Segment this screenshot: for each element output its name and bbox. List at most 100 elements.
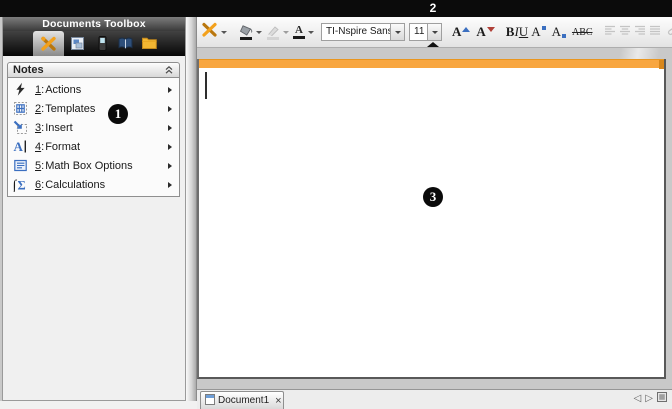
text-color-icon: A: [293, 25, 305, 39]
notes-page[interactable]: [197, 59, 666, 379]
book-icon: [117, 35, 134, 52]
highlighter-pen-icon: [266, 25, 280, 40]
menu-item-label: Math Box Options: [45, 160, 132, 172]
superscript-button[interactable]: A: [528, 24, 548, 40]
lightning-icon: [12, 82, 29, 97]
close-tab-icon[interactable]: ×: [275, 396, 281, 406]
page-sorter-icon: [69, 35, 86, 52]
grow-font-letter: A: [452, 24, 461, 40]
font-size-value: 11: [410, 24, 427, 40]
callout-1: 1: [108, 104, 128, 124]
notes-menu-list: 1:Actions 2:Templates: [7, 78, 180, 197]
menu-item-templates[interactable]: 2:Templates: [8, 99, 179, 118]
underline-button[interactable]: U: [519, 24, 528, 40]
fill-color-button[interactable]: [237, 23, 264, 42]
dropdown-arrow-icon: [221, 31, 227, 34]
svg-text:Σ: Σ: [18, 179, 26, 193]
notes-section-header[interactable]: Notes: [7, 62, 180, 78]
tab-utilities[interactable]: [117, 35, 134, 52]
combo-dropdown-button[interactable]: [390, 24, 404, 40]
menu-item-label: Actions: [45, 84, 81, 96]
page-sorter-toggle-icon[interactable]: [657, 392, 667, 405]
superscript-mark-icon: [542, 26, 546, 30]
document-page-icon: [205, 392, 215, 409]
menu-item-insert[interactable]: 3:Insert: [8, 118, 179, 137]
down-triangle-icon: [487, 27, 495, 32]
submenu-arrow-icon: [168, 87, 172, 93]
menu-item-label: Templates: [45, 103, 95, 115]
menu-item-separator: :: [41, 103, 44, 115]
menu-item-format[interactable]: A 4:Format: [8, 137, 179, 156]
align-left-icon[interactable]: [604, 23, 616, 41]
menu-item-separator: :: [41, 84, 44, 96]
page-header-end-cap: [659, 60, 664, 69]
subscript-button[interactable]: A: [549, 24, 569, 40]
documents-toolbox-panel: Documents Toolbox: [2, 17, 186, 401]
menu-item-separator: :: [41, 179, 44, 191]
insert-arrow-icon: [12, 120, 29, 135]
up-triangle-icon: [462, 27, 470, 32]
align-justify-icon[interactable]: [649, 23, 661, 41]
submenu-arrow-icon: [168, 163, 172, 169]
document-tools-button[interactable]: [199, 19, 229, 45]
active-page-header-bar: [199, 59, 664, 68]
font-family-select[interactable]: TI-Nspire Sans: [321, 23, 405, 41]
menu-item-label: Calculations: [45, 179, 105, 191]
menu-item-actions[interactable]: 1:Actions: [8, 80, 179, 99]
document-tab[interactable]: Document1 ×: [200, 391, 284, 409]
tab-handheld-keypad[interactable]: [94, 35, 111, 52]
align-right-icon[interactable]: [634, 23, 646, 41]
panel-splitter[interactable]: [186, 17, 197, 401]
text-color-button[interactable]: A: [291, 23, 316, 41]
decrease-font-size-button[interactable]: A: [473, 24, 497, 40]
previous-page-icon[interactable]: ◁: [634, 393, 642, 404]
text-cursor: [205, 72, 207, 99]
documents-toolbox-title: Documents Toolbox: [3, 17, 185, 31]
folder-icon: [141, 35, 158, 52]
menu-item-label: Insert: [45, 122, 73, 134]
align-center-icon[interactable]: [619, 23, 631, 41]
collapse-chevron-icon[interactable]: [164, 65, 174, 75]
font-family-value: TI-Nspire Sans: [322, 24, 390, 40]
dropdown-arrow-icon: [395, 31, 401, 34]
tab-page-sorter[interactable]: [69, 35, 86, 52]
dropdown-arrow-icon: [308, 31, 314, 34]
subscript-mark-icon: [562, 34, 566, 38]
subscript-letter: A: [552, 24, 561, 40]
text-color-letter: A: [295, 25, 303, 35]
callout-3: 3: [423, 187, 443, 207]
menu-item-math-box-options[interactable]: 5:Math Box Options: [8, 156, 179, 175]
submenu-arrow-icon: [168, 144, 172, 150]
handheld-icon: [94, 35, 111, 52]
font-size-select[interactable]: 11: [409, 23, 442, 41]
tab-document-tools[interactable]: [40, 35, 57, 52]
tab-content-explorer[interactable]: [141, 35, 158, 52]
callout-2-pointer-icon: [427, 42, 439, 47]
dropdown-arrow-icon: [432, 31, 438, 34]
hyperlink-icon[interactable]: [667, 23, 672, 41]
dropdown-arrow-icon: [283, 31, 289, 34]
combo-dropdown-button[interactable]: [427, 24, 441, 40]
document-tab-bar: Document1 × ◁ ▷: [197, 389, 672, 409]
document-work-area[interactable]: [197, 48, 672, 389]
shrink-font-letter: A: [476, 24, 485, 40]
menu-item-separator: :: [41, 122, 44, 134]
paint-bucket-icon: [239, 25, 253, 40]
submenu-arrow-icon: [168, 182, 172, 188]
math-box-icon: [12, 158, 29, 173]
fill-color-swatch: [240, 37, 252, 40]
tinspire-window: 2 Documents Toolbox: [0, 0, 672, 409]
page-corner-sheen: [588, 48, 668, 59]
highlight-color-swatch: [267, 37, 279, 40]
menu-item-label: Format: [45, 141, 80, 153]
menu-item-separator: :: [41, 160, 44, 172]
increase-font-size-button[interactable]: A: [449, 24, 473, 40]
top-annotation-band: 2: [0, 0, 672, 17]
highlight-color-button[interactable]: [264, 23, 291, 42]
svg-text:A: A: [14, 139, 24, 154]
menu-item-calculations[interactable]: ∫ Σ 6:Calculations: [8, 175, 179, 194]
toolbox-tab-strip: [3, 31, 185, 56]
notes-section-title: Notes: [13, 64, 44, 76]
next-page-icon[interactable]: ▷: [645, 393, 653, 404]
strikethrough-button[interactable]: ABC: [569, 27, 596, 38]
